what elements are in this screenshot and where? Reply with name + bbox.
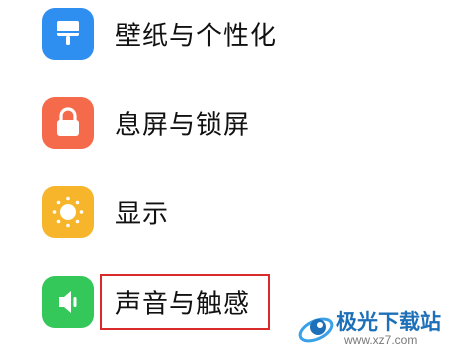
settings-item-label: 显示 (115, 199, 170, 230)
brightness-icon (42, 186, 94, 238)
watermark-title: 极光下载站 (336, 310, 441, 334)
watermark-url: www.xz7.com (344, 333, 418, 347)
settings-item-label: 壁纸与个性化 (115, 21, 278, 52)
settings-item-lock-screen[interactable]: 息屏与锁屏 (42, 97, 362, 149)
settings-item-display[interactable]: 显示 (42, 186, 362, 238)
wallpaper-icon (42, 8, 94, 60)
speaker-icon (42, 276, 94, 328)
highlight-box (100, 274, 270, 330)
settings-item-label: 息屏与锁屏 (115, 110, 251, 141)
lock-icon (42, 97, 94, 149)
aurora-logo-icon (296, 306, 338, 348)
watermark: 极光下载站 www.xz7.com (296, 306, 446, 350)
settings-item-wallpaper[interactable]: 壁纸与个性化 (42, 8, 362, 60)
